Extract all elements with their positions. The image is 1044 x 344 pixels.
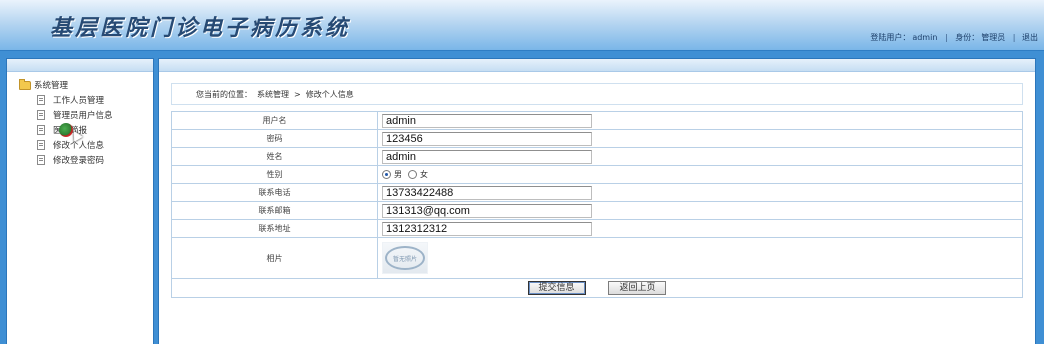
header-bar: 基层医院门诊电子病历系统 登陆用户： admin | 身份： 管理员 | 退出 bbox=[0, 0, 1044, 51]
document-icon bbox=[37, 125, 45, 135]
login-user-label: 登陆用户： bbox=[870, 33, 911, 42]
sidebar-topbar bbox=[7, 59, 153, 72]
form-row-gender: 性别 男 女 bbox=[171, 165, 1023, 184]
gender-male-label: 男 bbox=[394, 170, 402, 179]
sidebar-item-label: 管理员用户信息 bbox=[53, 111, 113, 121]
sidebar-item-change-password[interactable]: 修改登录密码 bbox=[37, 154, 113, 166]
form-row-username: 用户名 bbox=[171, 111, 1023, 130]
sidebar: 系统管理 工作人员管理 管理员用户信息 医院简报 修改个人信息 修改登录密码 bbox=[6, 58, 154, 344]
folder-icon bbox=[19, 78, 31, 90]
breadcrumb: 您当前的位置： 系统管理 > 修改个人信息 bbox=[171, 83, 1023, 105]
submit-button[interactable]: 提交信息 bbox=[527, 281, 586, 295]
form-row-photo: 相片 暂无照片 bbox=[171, 237, 1023, 279]
separator: | bbox=[944, 33, 948, 42]
username-input[interactable] bbox=[382, 113, 592, 128]
username-label: 用户名 bbox=[171, 111, 378, 130]
logout-link[interactable]: 退出 bbox=[1022, 33, 1038, 42]
identity-value: 管理员 bbox=[981, 33, 1006, 42]
breadcrumb-prefix: 您当前的位置： bbox=[196, 89, 252, 99]
no-photo-icon: 暂无照片 bbox=[385, 246, 425, 270]
app-title: 基层医院门诊电子病历系统 bbox=[50, 15, 351, 41]
form-row-buttons: 提交信息 返回上页 bbox=[171, 278, 1023, 298]
photo-label: 相片 bbox=[171, 237, 378, 279]
form-row-password: 密码 bbox=[171, 129, 1023, 148]
document-icon bbox=[37, 95, 45, 105]
gender-radio-group: 男 女 bbox=[382, 169, 1022, 180]
photo-thumbnail[interactable]: 暂无照片 bbox=[382, 242, 428, 274]
form-row-email: 联系邮箱 bbox=[171, 201, 1023, 220]
user-info: 登陆用户： admin | 身份： 管理员 | 退出 bbox=[869, 32, 1038, 43]
phone-label: 联系电话 bbox=[171, 183, 378, 202]
separator: | bbox=[1012, 33, 1016, 42]
gender-label: 性别 bbox=[171, 165, 378, 184]
sidebar-item-staff[interactable]: 工作人员管理 bbox=[37, 94, 113, 106]
sidebar-item-label: 工作人员管理 bbox=[53, 96, 105, 106]
sidebar-item-admin-users[interactable]: 管理员用户信息 bbox=[37, 109, 113, 121]
back-button[interactable]: 返回上页 bbox=[608, 281, 667, 295]
address-label: 联系地址 bbox=[171, 219, 378, 238]
document-icon bbox=[37, 140, 45, 150]
tree-root-label: 系统管理 bbox=[34, 81, 69, 91]
gender-female-label: 女 bbox=[420, 170, 428, 179]
login-user-name: admin bbox=[912, 33, 938, 42]
password-label: 密码 bbox=[171, 129, 378, 148]
gender-male-radio[interactable] bbox=[382, 170, 391, 179]
tree-root-system-management[interactable]: 系统管理 bbox=[19, 78, 113, 91]
phone-input[interactable] bbox=[382, 185, 592, 200]
breadcrumb-section: 系统管理 bbox=[257, 89, 289, 99]
breadcrumb-page: 修改个人信息 bbox=[305, 89, 354, 99]
form-row-address: 联系地址 bbox=[171, 219, 1023, 238]
sidebar-item-label: 修改登录密码 bbox=[53, 156, 105, 166]
name-input[interactable] bbox=[382, 149, 592, 164]
breadcrumb-arrow: > bbox=[294, 89, 301, 99]
address-input[interactable] bbox=[382, 221, 592, 236]
photo-placeholder-text: 暂无照片 bbox=[392, 255, 417, 263]
main-panel: 您当前的位置： 系统管理 > 修改个人信息 用户名 密码 姓名 性别 男 女 bbox=[158, 58, 1036, 344]
email-label: 联系邮箱 bbox=[171, 201, 378, 220]
document-icon bbox=[37, 155, 45, 165]
form-row-phone: 联系电话 bbox=[171, 183, 1023, 202]
form-row-name: 姓名 bbox=[171, 147, 1023, 166]
nav-tree: 系统管理 工作人员管理 管理员用户信息 医院简报 修改个人信息 修改登录密码 bbox=[19, 78, 113, 166]
name-label: 姓名 bbox=[171, 147, 378, 166]
identity-label: 身份： bbox=[955, 33, 980, 42]
gender-female-radio[interactable] bbox=[408, 170, 417, 179]
sidebar-item-label: 修改个人信息 bbox=[53, 141, 105, 151]
password-input[interactable] bbox=[382, 131, 592, 146]
profile-form: 用户名 密码 姓名 性别 男 女 联系电话 bbox=[171, 111, 1023, 298]
document-icon bbox=[37, 110, 45, 120]
email-input[interactable] bbox=[382, 203, 592, 218]
main-topbar bbox=[159, 59, 1035, 72]
